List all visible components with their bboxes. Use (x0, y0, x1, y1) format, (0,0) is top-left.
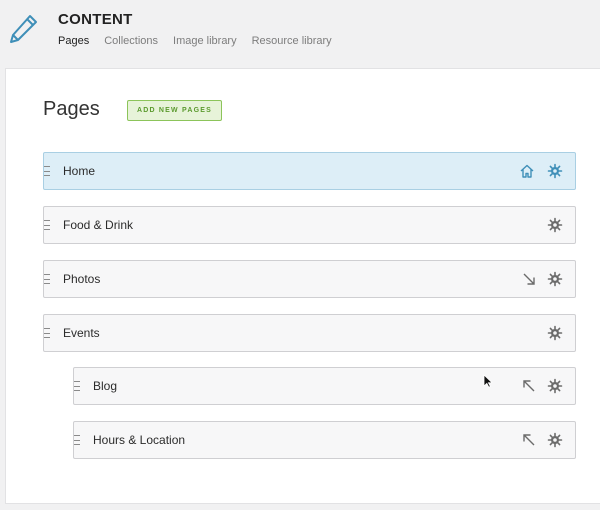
home-icon[interactable] (519, 163, 535, 179)
page-row-label: Home (63, 164, 96, 178)
tab-image-library[interactable]: Image library (173, 35, 237, 47)
page-row-photos[interactable]: Photos (43, 260, 576, 298)
content-nav: Pages Collections Image library Resource… (58, 35, 347, 47)
gear-icon[interactable] (547, 325, 563, 341)
gear-icon[interactable] (547, 163, 563, 179)
drag-handle-icon[interactable] (74, 381, 80, 391)
drag-handle-icon[interactable] (44, 166, 50, 176)
page-row-blog[interactable]: Blog (73, 367, 576, 405)
page-title: Pages (43, 98, 100, 120)
mouse-cursor-icon (483, 374, 493, 388)
tab-pages[interactable]: Pages (58, 35, 89, 47)
page-row-hours-location[interactable]: Hours & Location (73, 421, 576, 459)
add-new-pages-button[interactable]: ADD NEW PAGES (127, 100, 222, 121)
drag-handle-icon[interactable] (74, 435, 80, 445)
arrow-up-left-icon[interactable] (521, 432, 537, 448)
gear-icon[interactable] (547, 378, 563, 394)
page-row-food-drink[interactable]: Food & Drink (43, 206, 576, 244)
drag-handle-icon[interactable] (44, 220, 50, 230)
page-row-label: Blog (93, 379, 118, 393)
page-row-events[interactable]: Events (43, 314, 576, 352)
page-row-label: Hours & Location (93, 433, 186, 447)
arrow-up-left-icon[interactable] (521, 378, 537, 394)
page-row-label: Events (63, 326, 100, 340)
page-row-label: Food & Drink (63, 218, 134, 232)
pencil-icon (10, 15, 37, 43)
app-title: CONTENT (58, 11, 133, 28)
gear-icon[interactable] (547, 217, 563, 233)
drag-handle-icon[interactable] (44, 328, 50, 338)
gear-icon[interactable] (547, 432, 563, 448)
pages-panel: Pages ADD NEW PAGES Home Food & Drink Ph… (5, 68, 600, 504)
page-row-label: Photos (63, 272, 101, 286)
arrow-down-right-icon[interactable] (521, 271, 537, 287)
gear-icon[interactable] (547, 271, 563, 287)
drag-handle-icon[interactable] (44, 274, 50, 284)
tab-collections[interactable]: Collections (104, 35, 158, 47)
top-bar: CONTENT Pages Collections Image library … (0, 0, 600, 68)
page-row-home[interactable]: Home (43, 152, 576, 190)
tab-resource-library[interactable]: Resource library (252, 35, 332, 47)
